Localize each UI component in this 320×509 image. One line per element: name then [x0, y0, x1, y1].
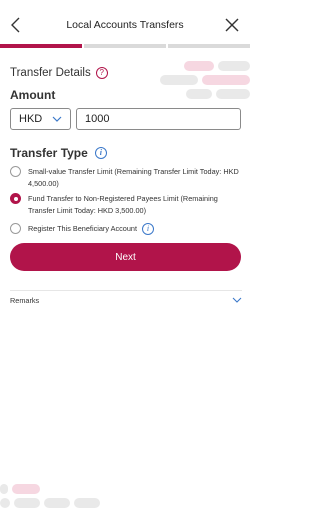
option-label: Fund Transfer to Non-Registered Payees L… [28, 194, 218, 215]
deco-pill [14, 498, 40, 508]
divider [10, 290, 242, 291]
currency-select[interactable]: HKD [10, 108, 71, 130]
back-button[interactable] [5, 14, 27, 36]
deco-pill [202, 75, 250, 85]
currency-value: HKD [19, 113, 43, 125]
header-bar: Local Accounts Transfers [0, 0, 250, 50]
next-button[interactable]: Next [10, 243, 241, 271]
option-register-beneficiary[interactable]: Register This Beneficiary Account i [10, 223, 242, 235]
option-label: Register This Beneficiary Account [28, 224, 137, 233]
transfer-details-label: Transfer Details [10, 67, 91, 79]
deco-pill [12, 484, 40, 494]
deco-pill [186, 89, 212, 99]
deco-pill [216, 89, 250, 99]
remarks-toggle[interactable]: Remarks [10, 294, 242, 306]
amount-label: Amount [10, 88, 56, 102]
chevron-left-icon [11, 17, 20, 33]
help-icon[interactable]: ? [95, 67, 108, 79]
transfer-details-heading: Transfer Details ? [10, 67, 108, 79]
info-icon[interactable]: i [141, 223, 154, 235]
chevron-down-icon [52, 116, 62, 122]
amount-input[interactable] [76, 108, 241, 130]
option-non-registered-payee-transfer[interactable]: Fund Transfer to Non-Registered Payees L… [10, 193, 242, 217]
progress-step-2 [84, 44, 166, 48]
info-icon[interactable]: i [94, 147, 107, 159]
deco-pill [44, 498, 70, 508]
close-button[interactable] [222, 15, 242, 35]
step-progress-bar [0, 44, 250, 48]
remarks-label: Remarks [10, 295, 40, 305]
option-small-value-transfer[interactable]: Small-value Transfer Limit (Remaining Tr… [10, 166, 242, 190]
radio-register-beneficiary[interactable] [10, 223, 21, 234]
close-icon [225, 18, 239, 32]
transfer-type-label: Transfer Type [10, 146, 88, 160]
progress-step-3 [168, 44, 250, 48]
option-label: Small-value Transfer Limit (Remaining Tr… [28, 167, 239, 188]
radio-small-value[interactable] [10, 166, 21, 177]
transfer-type-heading: Transfer Type i [10, 146, 107, 160]
progress-step-1 [0, 44, 82, 48]
radio-non-registered-payee[interactable] [10, 193, 21, 204]
deco-pill [74, 498, 100, 508]
deco-pill [0, 498, 10, 508]
deco-pill [184, 61, 214, 71]
deco-pill [160, 75, 198, 85]
deco-pill [218, 61, 250, 71]
deco-pill [0, 484, 8, 494]
chevron-down-icon [232, 297, 242, 303]
page-title: Local Accounts Transfers [66, 19, 184, 31]
